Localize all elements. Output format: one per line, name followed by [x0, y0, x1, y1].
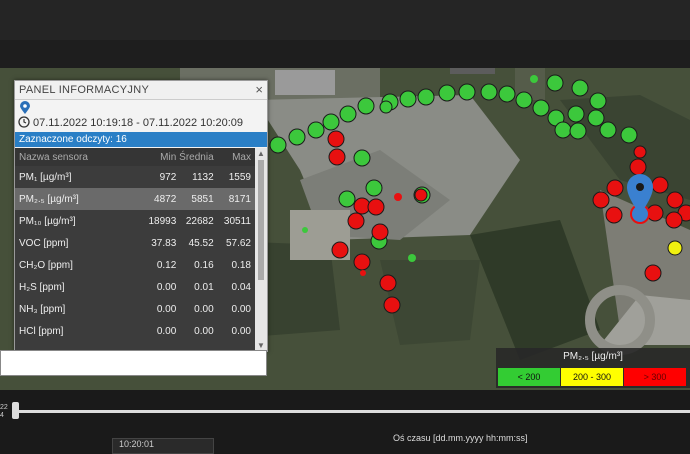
- table-row[interactable]: PM₂.₅ [µg/m³] 4872 5851 8171: [15, 188, 255, 210]
- top-toolbar: [0, 0, 690, 41]
- col-avg[interactable]: Średnia: [176, 152, 213, 163]
- col-max[interactable]: Max: [214, 152, 255, 163]
- timeline-start-line1: 22: [0, 404, 8, 411]
- cell-avg: 22682: [185, 215, 214, 227]
- cell-min: 0.00: [156, 303, 177, 315]
- timeline-start-label: 22 4: [0, 404, 8, 420]
- location-marker-icon: [627, 174, 653, 224]
- legend-item-high: > 300: [624, 368, 686, 386]
- cell-max: 30511: [223, 215, 251, 227]
- clock-icon: [18, 116, 30, 128]
- scrollbar-thumb[interactable]: [258, 160, 264, 280]
- panel-header: PANEL INFORMACYJNY ×: [15, 81, 267, 100]
- col-sensor-name[interactable]: Nazwa sensora: [15, 152, 141, 163]
- status-field[interactable]: [0, 350, 267, 376]
- cell-avg: 5851: [191, 193, 214, 205]
- cell-max: 0.04: [231, 281, 251, 293]
- timeline-axis-title: Oś czasu [dd.mm.yyyy hh:mm:ss]: [393, 433, 528, 443]
- time-range: 07.11.2022 10:19:18 - 07.11.2022 10:20:0…: [33, 117, 243, 129]
- cell-min: 0.00: [156, 281, 177, 293]
- table-row[interactable]: VOC [ppm] 37.83 45.52 57.62: [15, 232, 255, 254]
- cell-min: 4872: [154, 193, 177, 205]
- cell-min: 18993: [148, 215, 177, 227]
- cell-name: VOC [ppm]: [19, 237, 69, 249]
- info-panel: PANEL INFORMACYJNY × 07.11.2022 10:19:18…: [14, 80, 268, 352]
- cell-name: H₂S [ppm]: [19, 281, 65, 293]
- selected-count: Zaznaczone odczyty: 16: [15, 132, 267, 147]
- timeline: 22 4 Oś czasu [dd.mm.yyyy hh:mm:ss] 10:2…: [0, 390, 690, 454]
- table-header: Nazwa sensora Min Średnia Max: [15, 148, 255, 166]
- timeline-handle[interactable]: [12, 402, 19, 419]
- table-scrollbar[interactable]: ▲ ▼: [255, 148, 267, 351]
- cell-max: 57.62: [225, 237, 251, 249]
- table-row[interactable]: PM₁ [µg/m³] 972 1132 1559: [15, 166, 255, 188]
- sensor-table: Nazwa sensora Min Średnia Max PM₁ [µg/m³…: [15, 148, 255, 351]
- scroll-up-icon[interactable]: ▲: [257, 149, 265, 158]
- cell-name: PM₂.₅ [µg/m³]: [19, 193, 79, 205]
- col-min[interactable]: Min: [141, 152, 176, 163]
- cell-max: 0.00: [231, 303, 251, 315]
- timeline-time-value: 10:20:01: [112, 438, 214, 454]
- cell-name: CH₂O [ppm]: [19, 259, 73, 271]
- cell-name: HCl [ppm]: [19, 325, 64, 337]
- table-row[interactable]: H₂S [ppm] 0.00 0.01 0.04: [15, 276, 255, 298]
- cell-max: 1559: [228, 171, 251, 183]
- cell-min: 972: [159, 171, 177, 183]
- cell-avg: 0.00: [194, 303, 214, 315]
- close-icon[interactable]: ×: [255, 82, 263, 97]
- yellow-points: [667, 240, 683, 256]
- legend-title: PM₂.₅ [µg/m³]: [563, 351, 623, 362]
- cell-name: PM₁₀ [µg/m³]: [19, 215, 76, 227]
- map-pin-icon: [20, 101, 30, 114]
- cell-avg: 1132: [192, 171, 214, 183]
- pin-row: [15, 100, 267, 114]
- table-row[interactable]: CH₂O [ppm] 0.12 0.16 0.18: [15, 254, 255, 276]
- timeline-track[interactable]: [18, 410, 690, 413]
- cell-name: PM₁ [µg/m³]: [19, 171, 72, 183]
- table-row[interactable]: PM₁₀ [µg/m³] 18993 22682 30511: [15, 210, 255, 232]
- cell-max: 8171: [228, 193, 251, 205]
- cell-avg: 0.00: [194, 325, 214, 337]
- pm25-legend: PM₂.₅ [µg/m³] < 200 200 - 300 > 300: [496, 348, 690, 388]
- secondary-toolbar: [0, 40, 690, 68]
- cell-min: 0.00: [156, 325, 177, 337]
- table-row[interactable]: HCl [ppm] 0.00 0.00 0.00: [15, 320, 255, 342]
- cell-name: NH₃ [ppm]: [19, 303, 66, 315]
- cell-avg: 0.01: [194, 281, 214, 293]
- panel-title: PANEL INFORMACYJNY: [19, 84, 150, 96]
- time-range-row: 07.11.2022 10:19:18 - 07.11.2022 10:20:0…: [15, 114, 267, 132]
- cell-max: 0.18: [231, 259, 251, 271]
- cell-min: 37.83: [151, 237, 177, 249]
- cell-max: 0.00: [231, 325, 251, 337]
- table-row[interactable]: NH₃ [ppm] 0.00 0.00 0.00: [15, 298, 255, 320]
- cell-avg: 45.52: [188, 237, 214, 249]
- legend-item-mid: 200 - 300: [561, 368, 623, 386]
- legend-item-low: < 200: [498, 368, 560, 386]
- cell-min: 0.12: [156, 259, 177, 271]
- cell-avg: 0.16: [194, 259, 214, 271]
- timeline-start-line2: 4: [0, 412, 4, 419]
- scroll-down-icon[interactable]: ▼: [257, 341, 265, 350]
